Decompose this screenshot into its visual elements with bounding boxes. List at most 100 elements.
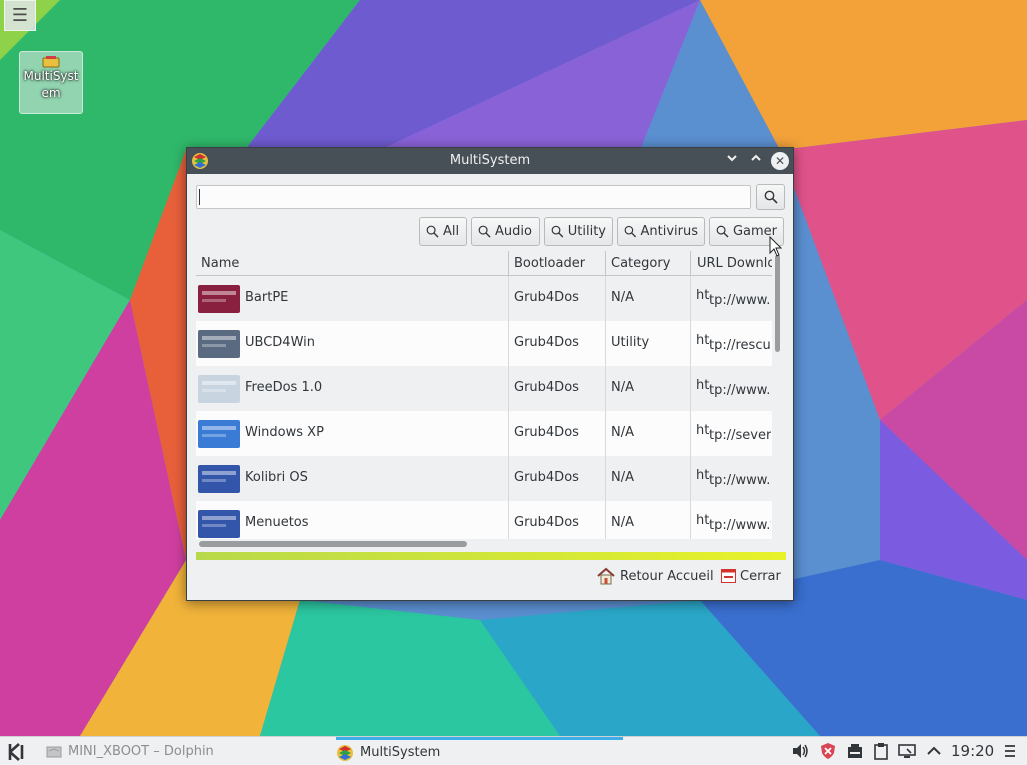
distro-thumbnail-icon [198, 285, 240, 313]
cell-name: Kolibri OS [245, 470, 308, 485]
column-divider [690, 276, 691, 539]
cell-url: tp://rescu [709, 338, 771, 353]
cell-url-prefix: ht [696, 333, 710, 348]
home-icon [597, 567, 615, 585]
cell-url-prefix: ht [696, 468, 710, 483]
taskbar: MINI_XBOOT – Dolphin MultiSystem 19:20 [0, 736, 1027, 765]
cell-url: tp://severi [709, 428, 771, 443]
desktop-menu-button[interactable]: ☰ [4, 0, 36, 31]
cell-bootloader: Grub4Dos [514, 290, 579, 305]
clipboard-icon[interactable] [872, 742, 890, 760]
panel-menu-icon[interactable] [1001, 742, 1019, 760]
search-button[interactable] [756, 184, 785, 210]
close-icon: ✕ [774, 154, 786, 168]
minimize-button[interactable] [723, 152, 741, 170]
filter-all-button[interactable]: All [419, 217, 467, 246]
filter-antivirus-button[interactable]: Antivirus [617, 217, 705, 246]
cell-bootloader: Grub4Dos [514, 425, 579, 440]
security-shield-icon[interactable] [819, 742, 837, 760]
column-header-bootloader[interactable]: Bootloader [514, 256, 585, 271]
cell-name: FreeDos 1.0 [245, 380, 323, 395]
text-cursor [199, 189, 200, 205]
column-divider [605, 276, 606, 539]
hamburger-icon: ☰ [11, 5, 29, 26]
cell-url: tp://www.fr [709, 518, 771, 533]
cell-bootloader: Grub4Dos [514, 380, 579, 395]
cerrar-button[interactable]: Cerrar [721, 565, 781, 587]
kde-launcher-icon[interactable] [6, 741, 28, 763]
multisystem-window: MultiSystem ✕ All Audio Utility Antiviru… [186, 147, 794, 601]
multisystem-icon [337, 744, 353, 761]
progress-bar [196, 552, 786, 560]
filter-label: Audio [495, 224, 532, 239]
cell-url: tp://www.u [709, 473, 771, 488]
task-dolphin[interactable]: MINI_XBOOT – Dolphin [46, 737, 330, 765]
table-row[interactable]: BartPE Grub4Dos N/A http://www.h [196, 276, 772, 321]
cell-url-prefix: ht [696, 423, 710, 438]
cell-name: BartPE [245, 290, 289, 305]
search-icon [551, 225, 564, 238]
table-row[interactable]: FreeDos 1.0 Grub4Dos N/A http://www.u [196, 366, 772, 411]
column-divider[interactable] [508, 251, 509, 276]
table-header: Name Bootloader Category URL Downlo [196, 251, 772, 276]
desktop-icon-multisystem[interactable]: MultiSystem [19, 51, 83, 114]
folder-icon [46, 746, 62, 758]
cell-bootloader: Grub4Dos [514, 470, 579, 485]
retour-accueil-button[interactable]: Retour Accueil [596, 565, 714, 587]
cell-category: N/A [611, 425, 634, 440]
cell-url: tp://www.u [709, 383, 771, 398]
column-divider[interactable] [605, 251, 606, 276]
close-window-icon [721, 569, 736, 583]
filter-audio-button[interactable]: Audio [471, 217, 540, 246]
distro-thumbnail-icon [198, 420, 240, 448]
search-input[interactable] [196, 185, 751, 209]
column-header-name[interactable]: Name [201, 256, 239, 271]
chevron-up-icon[interactable] [925, 742, 943, 760]
horizontal-scrollbar-thumb[interactable] [199, 541, 467, 547]
distro-thumbnail-icon [198, 510, 240, 538]
search-icon [716, 225, 729, 238]
filter-label: All [443, 224, 460, 239]
cell-category: Utility [611, 335, 650, 350]
multisystem-desktop-icon [42, 56, 60, 68]
window-titlebar[interactable]: MultiSystem ✕ [187, 148, 793, 174]
cell-name: Windows XP [245, 425, 324, 440]
cell-category: N/A [611, 380, 634, 395]
clock[interactable]: 19:20 [951, 742, 994, 760]
cell-bootloader: Grub4Dos [514, 515, 579, 530]
search-icon [764, 190, 778, 204]
column-header-category[interactable]: Category [611, 256, 670, 271]
task-multisystem[interactable]: MultiSystem [336, 737, 623, 765]
mouse-pointer-icon [769, 236, 783, 257]
task-label: MultiSystem [360, 745, 441, 760]
cell-category: N/A [611, 515, 634, 530]
cell-url: tp://www.h [709, 293, 771, 308]
filter-utility-button[interactable]: Utility [544, 217, 613, 246]
cell-category: N/A [611, 290, 634, 305]
cell-bootloader: Grub4Dos [514, 335, 579, 350]
column-header-url[interactable]: URL Downlo [697, 256, 772, 271]
storage-device-icon[interactable] [846, 742, 864, 760]
search-icon [478, 225, 491, 238]
task-label: MINI_XBOOT – Dolphin [68, 743, 214, 759]
search-icon [426, 225, 439, 238]
chevron-up-icon [751, 154, 761, 161]
filter-label: Utility [567, 224, 606, 239]
cell-category: N/A [611, 470, 634, 485]
maximize-button[interactable] [747, 152, 765, 170]
filter-label: Antivirus [640, 224, 698, 239]
table-row[interactable]: Kolibri OS Grub4Dos N/A http://www.u [196, 456, 772, 501]
column-divider[interactable] [690, 251, 691, 276]
cell-name: UBCD4Win [245, 335, 315, 350]
distro-table: Name Bootloader Category URL Downlo Bart… [196, 251, 772, 539]
table-row[interactable]: Windows XP Grub4Dos N/A ht tp://severi [196, 411, 772, 456]
distro-thumbnail-icon [198, 330, 240, 358]
table-row[interactable]: Menuetos Grub4Dos N/A http://www.fr [196, 501, 772, 539]
close-button[interactable]: ✕ [771, 152, 789, 170]
cerrar-label: Cerrar [740, 568, 781, 584]
table-row[interactable]: UBCD4Win Grub4Dos Utility ht tp://rescu [196, 321, 772, 366]
display-icon[interactable] [898, 742, 916, 760]
volume-icon[interactable] [791, 742, 809, 760]
cell-url-prefix: ht [696, 288, 710, 303]
vertical-scrollbar-thumb[interactable] [775, 255, 780, 352]
